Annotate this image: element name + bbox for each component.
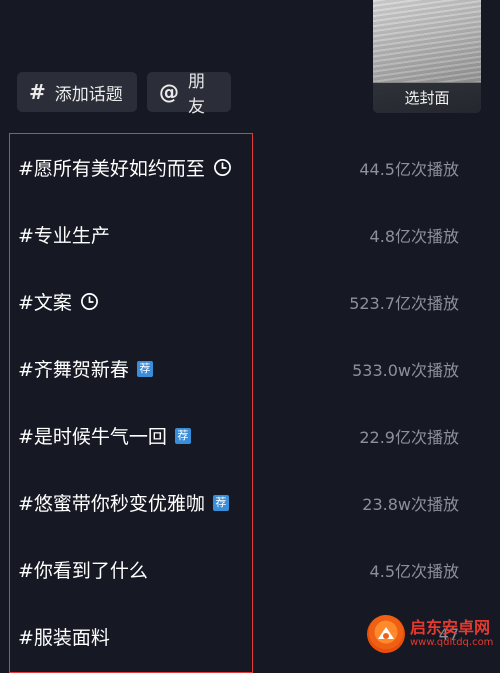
select-cover-label: 选封面: [373, 83, 481, 113]
watermark-url: www.qdltdq.com: [410, 636, 494, 648]
topic-views: 23.8w次播放: [362, 495, 459, 514]
mention-friend-label: 朋友: [188, 72, 205, 117]
select-cover-button[interactable]: 选封面: [373, 0, 481, 113]
add-topic-label: 添加话题: [54, 84, 123, 105]
site-watermark: 启东安卓网 www.qdltdq.com: [367, 612, 500, 655]
watermark-logo-icon: [367, 614, 405, 653]
add-topic-button[interactable]: # 添加话题: [17, 72, 137, 112]
topic-views: 523.7亿次播放: [349, 294, 459, 313]
topic-views: 4.8亿次播放: [369, 227, 459, 246]
topic-views: 533.0w次播放: [352, 361, 459, 380]
highlight-annotation-box: [9, 133, 253, 673]
at-icon: @: [159, 80, 179, 104]
hashtag-icon: #: [29, 80, 46, 104]
mention-friend-button[interactable]: @ 朋友: [147, 72, 231, 117]
cover-thumbnail: [373, 0, 481, 82]
topic-views: 4.5亿次播放: [369, 562, 459, 581]
watermark-name: 启东安卓网: [410, 617, 491, 637]
topic-views: 44.5亿次播放: [359, 160, 459, 179]
topic-views: 22.9亿次播放: [359, 428, 459, 447]
